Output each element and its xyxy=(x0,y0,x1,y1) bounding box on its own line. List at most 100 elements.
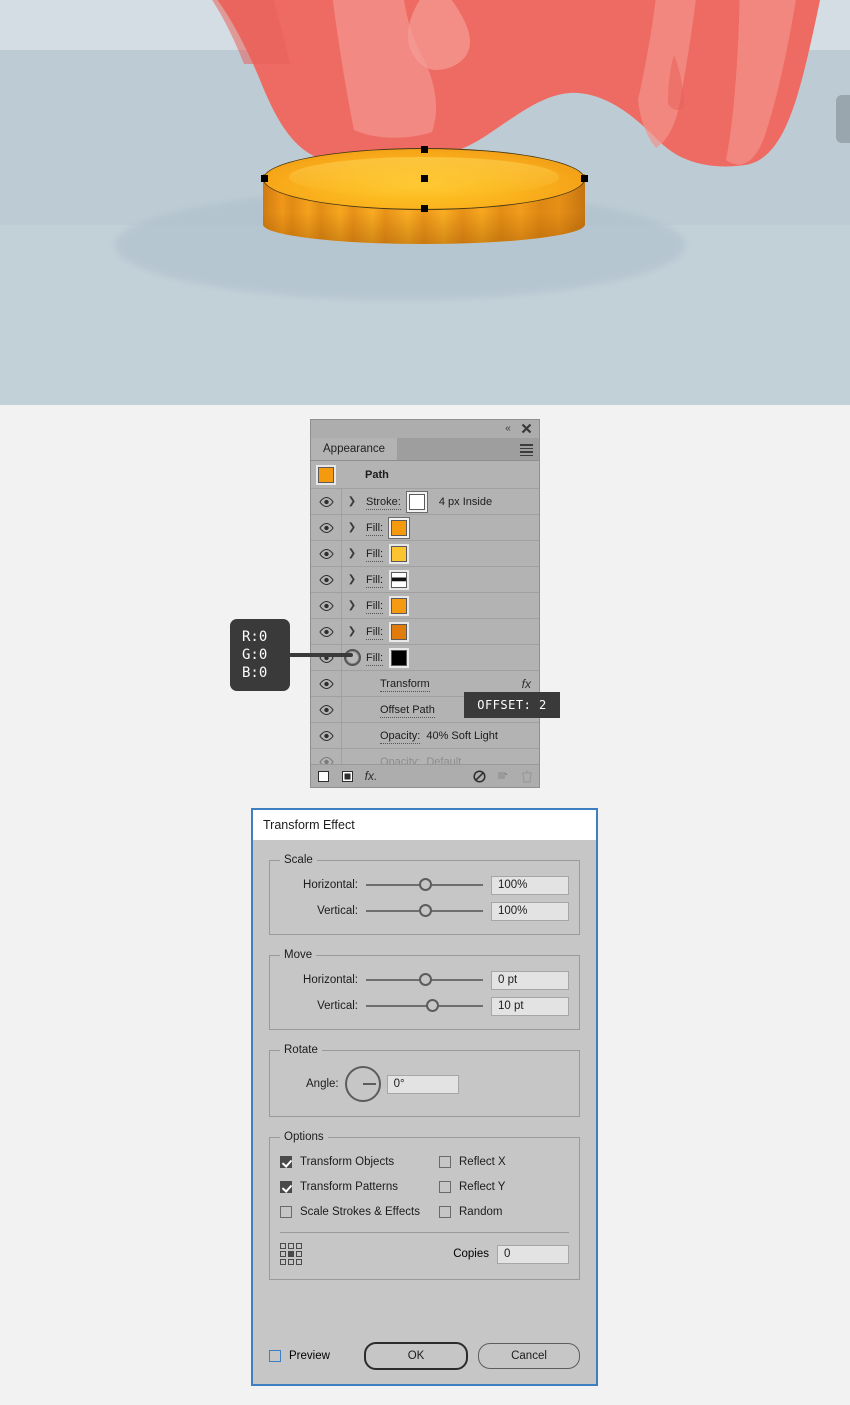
selection-anchor-bottom[interactable] xyxy=(421,205,428,212)
fx-icon[interactable]: fx xyxy=(522,677,531,691)
selection-target-dot[interactable] xyxy=(342,645,362,670)
scale-group: Scale Horizontal: 100% Vertical: 100% xyxy=(269,854,580,935)
visibility-toggle[interactable] xyxy=(311,645,342,670)
checkbox-box xyxy=(439,1180,451,1193)
slider-thumb[interactable] xyxy=(418,973,432,986)
option-checkbox-left-1[interactable]: Transform Patterns xyxy=(280,1174,439,1199)
target-label: Path xyxy=(365,468,389,481)
panel-titlebar: « xyxy=(311,420,539,438)
selection-anchor-center[interactable] xyxy=(421,175,428,182)
scale-legend: Scale xyxy=(284,854,313,866)
swatch[interactable] xyxy=(391,649,408,666)
option-checkbox-right-1[interactable]: Reflect Y xyxy=(439,1174,569,1199)
visibility-toggle[interactable] xyxy=(311,697,342,722)
close-icon[interactable] xyxy=(520,422,533,435)
option-checkbox-left-0[interactable]: Transform Objects xyxy=(280,1149,439,1174)
expand-arrow-icon[interactable]: ❯ xyxy=(342,567,362,592)
scale-vertical-label: Vertical: xyxy=(317,905,358,917)
visibility-toggle[interactable] xyxy=(311,489,342,514)
slider-thumb[interactable] xyxy=(418,904,432,917)
ok-button[interactable]: OK xyxy=(364,1342,468,1370)
option-checkbox-right-0[interactable]: Reflect X xyxy=(439,1149,569,1174)
duplicate-item-icon[interactable] xyxy=(491,765,515,787)
copies-input[interactable]: 0 xyxy=(497,1244,569,1264)
selection-anchor-left[interactable] xyxy=(261,175,268,182)
option-checkbox-left-2[interactable]: Scale Strokes & Effects xyxy=(280,1199,439,1224)
selection-anchor-top[interactable] xyxy=(421,146,428,153)
swatch-gradient[interactable] xyxy=(391,571,408,588)
scale-vertical-slider[interactable] xyxy=(366,901,483,921)
appearance-row-2[interactable]: ❯ Fill: xyxy=(311,541,539,567)
cancel-button[interactable]: Cancel xyxy=(478,1343,580,1369)
expand-arrow-icon[interactable]: ❯ xyxy=(342,489,362,514)
selection-anchor-right[interactable] xyxy=(581,175,588,182)
options-group: Options Transform Objects Transform Patte… xyxy=(269,1131,580,1280)
row-label: Opacity: 40% Soft Light xyxy=(380,729,498,744)
angle-dial[interactable] xyxy=(344,1066,381,1102)
visibility-toggle[interactable] xyxy=(311,593,342,618)
preview-checkbox[interactable]: Preview xyxy=(269,1350,330,1362)
appearance-effect-row-2[interactable]: Opacity: 40% Soft Light xyxy=(311,723,539,749)
offset-value-tooltip: OFFSET: 2 xyxy=(464,692,560,718)
preview-label: Preview xyxy=(289,1350,330,1362)
visibility-toggle[interactable] xyxy=(311,671,342,696)
visibility-toggle[interactable] xyxy=(311,541,342,566)
rotate-angle-row: Angle: 0° xyxy=(280,1062,569,1106)
swatch[interactable] xyxy=(391,545,408,562)
expand-arrow-icon[interactable]: ❯ xyxy=(342,515,362,540)
rgb-g: G:0 xyxy=(242,647,268,663)
expand-arrow-icon[interactable]: ❯ xyxy=(342,541,362,566)
scale-horizontal-input[interactable]: 100% xyxy=(491,875,569,895)
appearance-row-0[interactable]: ❯ Stroke: 4 px Inside xyxy=(311,489,539,515)
add-new-fill-icon[interactable] xyxy=(335,765,359,787)
reference-point-grid-icon[interactable] xyxy=(280,1243,302,1265)
clear-appearance-icon[interactable] xyxy=(467,765,491,787)
tab-appearance[interactable]: Appearance xyxy=(311,438,398,460)
double-chevron-left-icon[interactable]: « xyxy=(501,423,515,435)
move-horizontal-row: Horizontal: 0 pt xyxy=(280,967,569,993)
appearance-row-3[interactable]: ❯ Fill: xyxy=(311,567,539,593)
angle-input[interactable]: 0° xyxy=(386,1074,459,1094)
appearance-row-4[interactable]: ❯ Fill: xyxy=(311,593,539,619)
visibility-toggle[interactable] xyxy=(311,515,342,540)
row-extra: 4 px Inside xyxy=(438,495,493,508)
options-column-left: Transform Objects Transform Patterns Scale… xyxy=(280,1149,439,1224)
checkbox-label: Random xyxy=(459,1205,503,1218)
appearance-row-1[interactable]: ❯ Fill: xyxy=(311,515,539,541)
swatch[interactable] xyxy=(391,623,408,640)
dialog-body: Scale Horizontal: 100% Vertical: 100% Mo… xyxy=(253,840,596,1280)
row-extra: 40% Soft Light xyxy=(426,729,498,742)
visibility-toggle[interactable] xyxy=(311,619,342,644)
checkbox-box xyxy=(439,1155,451,1168)
rgb-value-tooltip: R:0 G:0 B:0 xyxy=(230,619,290,691)
appearance-row-6[interactable]: Fill: xyxy=(311,645,539,671)
row-label: Stroke: xyxy=(366,495,401,510)
scale-vertical-input[interactable]: 100% xyxy=(491,901,569,921)
visibility-toggle[interactable] xyxy=(311,567,342,592)
scale-horizontal-slider[interactable] xyxy=(366,875,483,895)
expand-arrow-icon[interactable]: ❯ xyxy=(342,619,362,644)
add-new-effect-icon[interactable]: fx. xyxy=(359,765,383,787)
slider-thumb[interactable] xyxy=(418,878,432,891)
swatch[interactable] xyxy=(391,519,408,536)
swatch[interactable] xyxy=(408,493,425,510)
move-vertical-input[interactable]: 10 pt xyxy=(491,996,569,1016)
expand-arrow-icon[interactable]: ❯ xyxy=(342,593,362,618)
panel-menu-icon[interactable] xyxy=(520,444,533,457)
swatch[interactable] xyxy=(391,597,408,614)
appearance-target-row[interactable]: Path xyxy=(311,461,539,489)
panel-footer: fx. xyxy=(311,764,539,787)
dialog-title: Transform Effect xyxy=(253,810,596,840)
appearance-row-5[interactable]: ❯ Fill: xyxy=(311,619,539,645)
slider-thumb[interactable] xyxy=(425,999,439,1012)
delete-item-icon[interactable] xyxy=(515,765,539,787)
move-vertical-slider[interactable] xyxy=(366,996,483,1016)
move-horizontal-slider[interactable] xyxy=(366,970,483,990)
move-horizontal-input[interactable]: 0 pt xyxy=(491,970,569,990)
add-new-stroke-icon[interactable] xyxy=(311,765,335,787)
option-checkbox-right-2[interactable]: Random xyxy=(439,1199,569,1224)
row-label: Offset Path xyxy=(380,703,435,718)
checkbox-label: Reflect Y xyxy=(459,1180,506,1193)
visibility-toggle[interactable] xyxy=(311,723,342,748)
rgb-r: R:0 xyxy=(242,629,268,645)
